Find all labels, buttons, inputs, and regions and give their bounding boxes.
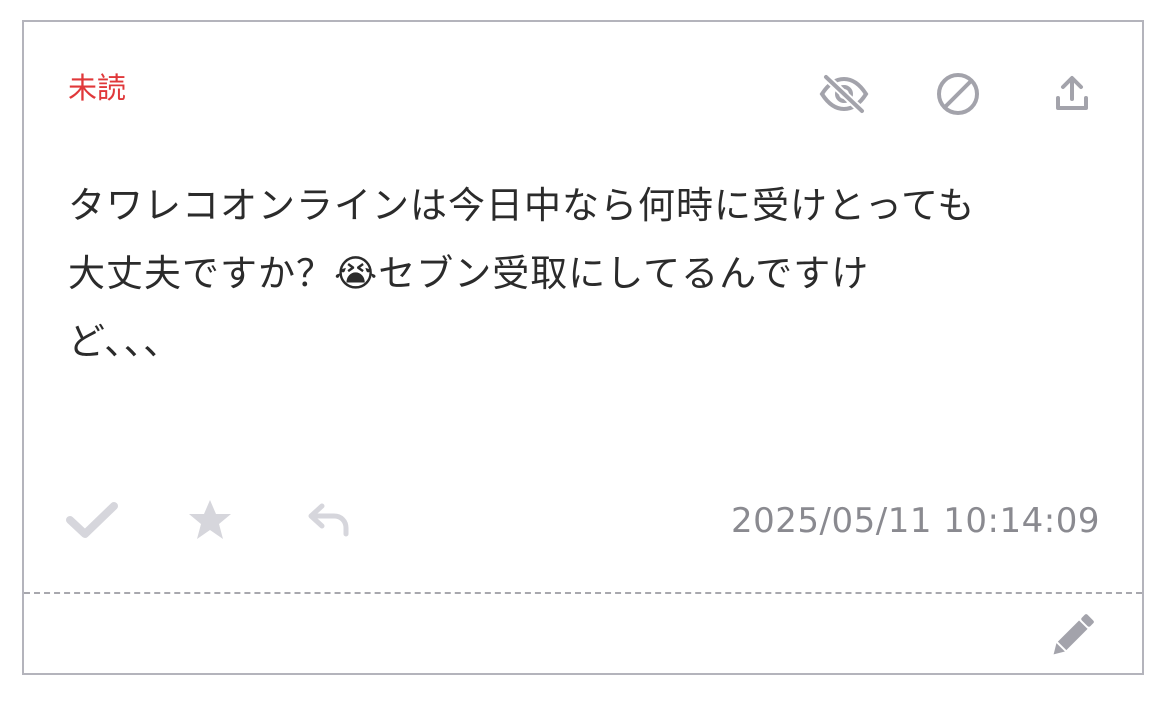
prohibited-icon [937,73,979,115]
hide-button[interactable] [818,68,870,120]
eye-slash-icon [819,74,869,114]
message-line: 大丈夫ですか？😭セブン受取にしてるんですけ [68,252,870,295]
bottom-action-bar [64,492,418,548]
reply-icon [308,503,349,537]
top-action-bar [818,68,1098,120]
share-upload-icon [1056,76,1088,110]
edit-button[interactable] [1042,606,1102,666]
message-body: タワレコオンラインは今日中なら何時に受けとっても 大丈夫ですか？😭セブン受取にし… [68,172,1108,376]
dashed-divider [24,592,1142,594]
pencil-icon [1053,614,1094,655]
message-card: 未読 タワレコオンラインは今日中なら何時に受けとっても 大丈夫ですか？😭セブン受… [22,20,1144,675]
star-icon [189,500,231,539]
block-button[interactable] [932,68,984,120]
mark-read-button[interactable] [64,492,120,548]
favorite-button[interactable] [182,492,238,548]
reply-button[interactable] [300,492,356,548]
message-line: タワレコオンラインは今日中なら何時に受けとっても [68,184,976,227]
unread-status-label: 未読 [68,71,127,105]
message-line: ど、、、 [68,320,182,363]
checkmark-icon [66,502,118,538]
timestamp: 2025/05/11 10:14:09 [731,501,1100,541]
share-button[interactable] [1046,68,1098,120]
